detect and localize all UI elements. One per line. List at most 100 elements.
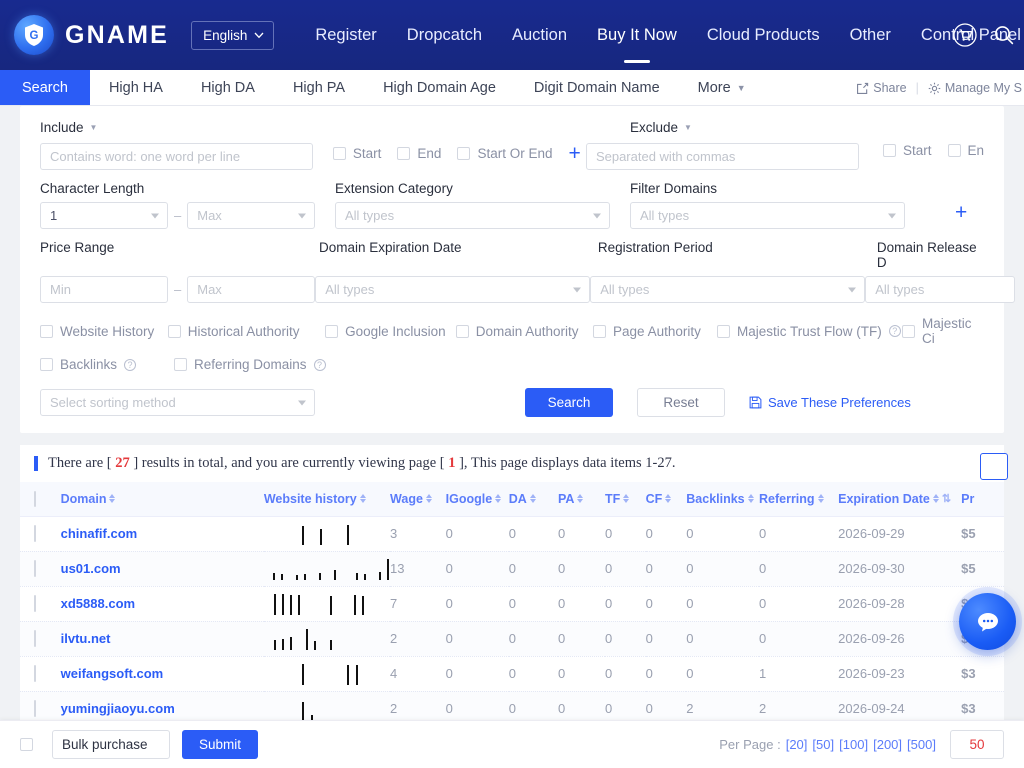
domain-link[interactable]: us01.com [61,561,121,576]
filter-domains-select[interactable]: All types [630,202,905,229]
row-checkbox[interactable] [34,525,36,542]
chevron-down-icon[interactable]: ▼ [684,123,692,132]
submit-button[interactable]: Submit [182,730,258,759]
row-checkbox[interactable] [34,630,36,647]
sort-icon[interactable] [577,494,584,504]
checkbox-majestic-citation-flow[interactable]: Majestic Ci [901,316,984,346]
tab-high-pa[interactable]: High PA [274,70,364,105]
brand-logo[interactable]: G GNAME [14,15,169,55]
chevron-down-icon[interactable]: ▼ [90,123,98,132]
manage-subscriptions-button[interactable]: Manage My S [928,81,1022,95]
price-min-input[interactable]: Min [40,276,168,303]
bulk-action-select[interactable]: Bulk purchase [52,730,170,759]
sort-icon[interactable] [623,494,630,504]
help-icon[interactable]: ? [124,358,137,371]
th-referring[interactable]: Referring [758,482,839,517]
th-cf[interactable]: CF [645,482,687,517]
include-input[interactable]: Contains word: one word per line [40,143,314,170]
add-filter-domain-button[interactable]: + [955,202,967,223]
character-length-max-select[interactable]: Max [187,202,316,229]
th-da[interactable]: DA [508,482,558,517]
include-start-checkbox[interactable]: Start [332,146,381,161]
table-row[interactable]: weifangsoft.com 4 0 0 0 0 0 0 1 2026-09-23 $3 [20,656,1004,692]
table-row[interactable]: chinafif.com 3 0 0 0 0 0 0 0 2026-09-29 $5 [20,516,1004,552]
search-icon[interactable] [992,23,1016,47]
th-wage[interactable]: Wage [390,482,446,517]
domain-release-date-select[interactable]: All types [865,276,1016,303]
exclude-input[interactable]: Separated with commas [585,143,859,170]
domain-link[interactable]: xd5888.com [61,596,135,611]
nav-item-dropcatch[interactable]: Dropcatch [392,20,497,51]
th-igoogle[interactable]: IGoogle [445,482,509,517]
th-pa[interactable]: PA [557,482,605,517]
checkbox-majestic-trust-flow[interactable]: Majestic Trust Flow (TF) ? [716,324,902,339]
table-row[interactable]: ilvtu.net200000002026-09-26$3 [20,621,1004,657]
tab-search[interactable]: Search [0,70,90,105]
th-website-history[interactable]: Website history [263,482,391,517]
per-page-option-50[interactable]: [50] [812,737,834,752]
tab-high-da[interactable]: High DA [182,70,274,105]
sort-icon[interactable] [425,494,432,504]
nav-item-buy-it-now[interactable]: Buy It Now [582,20,692,51]
checkbox-referring-domains[interactable]: Referring Domains ? [174,357,326,372]
table-row[interactable]: us01.com 13 0 0 0 0 0 0 0 2026-09-30 $5 [20,551,1004,587]
share-button[interactable]: Share [856,81,907,95]
export-button[interactable] [980,453,1008,480]
checkbox-google-inclusion[interactable]: Google Inclusion [325,324,456,339]
sort-icon[interactable] [817,494,824,504]
per-page-input[interactable]: 50 [950,730,1004,759]
table-row[interactable]: xd5888.com700000002026-09-28$3 [20,586,1004,622]
sort-icon[interactable] [529,494,536,504]
checkbox-domain-authority[interactable]: Domain Authority [455,324,593,339]
th-tf[interactable]: TF [604,482,646,517]
help-icon[interactable]: ? [313,358,326,371]
sorting-method-select[interactable]: Select sorting method [40,389,315,416]
domain-expiration-date-select[interactable]: All types [315,276,591,303]
tab-more[interactable]: More ▼ [679,70,765,105]
exclude-end-checkbox[interactable]: En [947,143,984,158]
tab-high-ha[interactable]: High HA [90,70,182,105]
sort-icon[interactable] [359,494,366,504]
tab-digit-domain-name[interactable]: Digit Domain Name [515,70,679,105]
row-checkbox[interactable] [34,665,36,682]
swap-sort-icon[interactable]: ⇅ [942,492,951,505]
per-page-option-20[interactable]: [20] [786,737,808,752]
character-length-min-select[interactable]: 1 [40,202,168,229]
per-page-option-500[interactable]: [500] [907,737,936,752]
row-checkbox[interactable] [34,700,36,717]
domain-link[interactable]: chinafif.com [61,526,138,541]
row-checkbox[interactable] [34,560,36,577]
domain-link[interactable]: weifangsoft.com [61,666,164,681]
extension-category-select[interactable]: All types [335,202,610,229]
sort-icon[interactable] [747,494,754,504]
select-all-checkbox[interactable] [34,490,36,507]
tab-high-domain-age[interactable]: High Domain Age [364,70,515,105]
per-page-option-200[interactable]: [200] [873,737,902,752]
registration-period-select[interactable]: All types [590,276,866,303]
reset-button[interactable]: Reset [637,388,725,417]
search-button[interactable]: Search [525,388,613,417]
include-end-checkbox[interactable]: End [397,146,441,161]
sort-icon[interactable] [109,494,116,504]
bulk-select-all-checkbox[interactable] [20,738,33,751]
domain-link[interactable]: yumingjiaoyu.com [61,701,175,716]
sort-icon[interactable] [665,494,672,504]
nav-item-auction[interactable]: Auction [497,20,582,51]
checkbox-page-authority[interactable]: Page Authority [593,324,717,339]
add-include-rule-button[interactable]: + [568,143,580,164]
exclude-start-checkbox[interactable]: Start [882,143,932,158]
nav-item-other[interactable]: Other [835,20,906,51]
nav-item-register[interactable]: Register [300,20,391,51]
row-checkbox[interactable] [34,595,36,612]
cart-icon[interactable] [952,22,978,48]
sort-icon[interactable] [495,494,502,504]
th-expiration-date[interactable]: Expiration Date ⇅ [838,482,962,517]
chat-support-button[interactable] [959,593,1016,650]
help-icon[interactable]: ? [888,325,901,337]
price-max-input[interactable]: Max [187,276,316,303]
nav-item-cloud-products[interactable]: Cloud Products [692,20,835,51]
checkbox-website-history[interactable]: Website History [40,324,168,339]
language-selector[interactable]: English [191,20,275,50]
th-domain[interactable]: Domain [60,482,264,517]
checkbox-backlinks[interactable]: Backlinks ? [40,357,174,372]
